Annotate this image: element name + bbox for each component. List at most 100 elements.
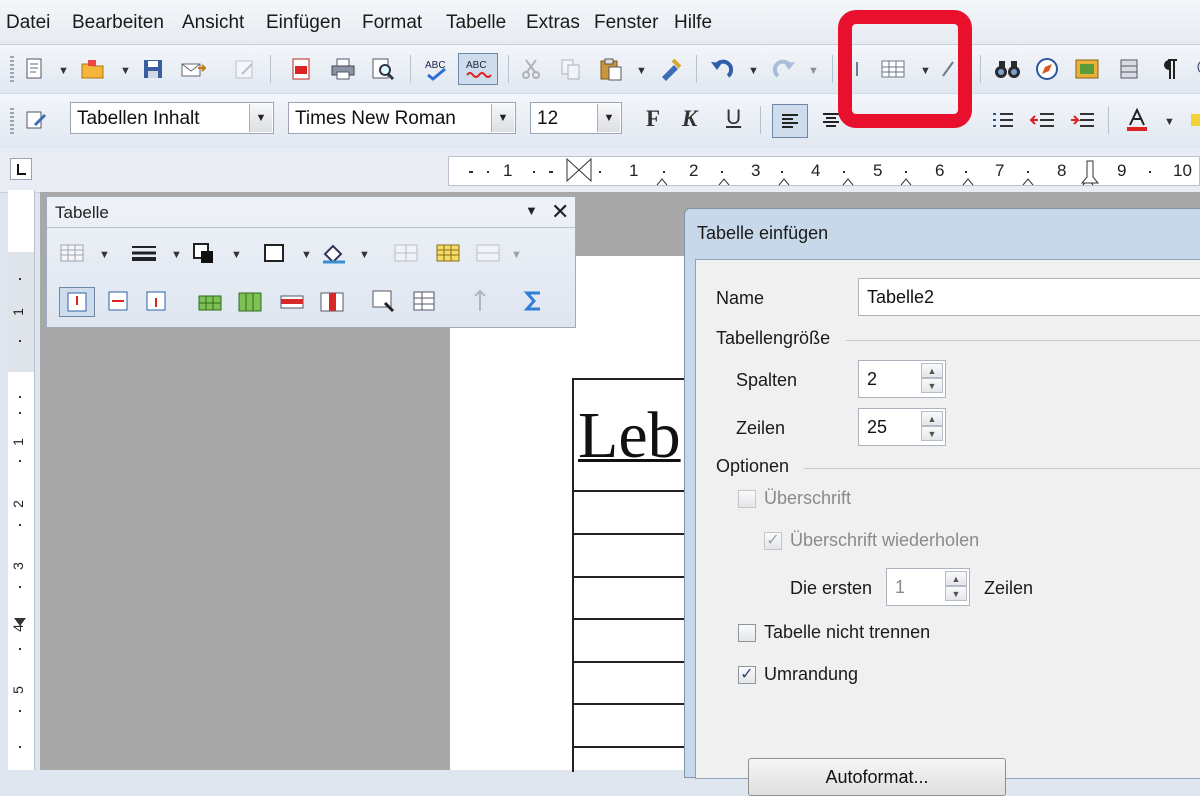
chevron-down-icon[interactable]: ▼	[301, 249, 312, 261]
autospellcheck-icon[interactable]: ABC	[458, 53, 498, 85]
spin-up-icon[interactable]: ▲	[921, 363, 943, 378]
menu-fenster[interactable]: Fenster	[594, 12, 658, 34]
underline-button[interactable]: U	[726, 106, 741, 130]
align-bottom-icon[interactable]	[143, 289, 169, 313]
zoom-icon[interactable]	[1188, 56, 1200, 82]
chevron-down-icon[interactable]: ▼	[359, 249, 370, 261]
menu-ansicht[interactable]: Ansicht	[182, 12, 244, 34]
optimize-icon[interactable]	[475, 241, 501, 265]
paste-dropdown-icon[interactable]: ▼	[636, 65, 647, 77]
split-cells-icon[interactable]	[435, 241, 461, 265]
chevron-down-icon[interactable]: ▼	[171, 249, 182, 261]
toolbar-grip-icon[interactable]	[10, 56, 14, 82]
menu-bearbeiten[interactable]: Bearbeiten	[72, 12, 164, 34]
print-preview-icon[interactable]	[370, 56, 396, 82]
horizontal-ruler[interactable]: 1 1 2 3 4 5 6 7 8 9 10	[448, 156, 1200, 186]
menu-datei[interactable]: Datei	[6, 12, 50, 34]
italic-button[interactable]: K	[682, 106, 697, 132]
cut-icon[interactable]	[518, 56, 544, 82]
bold-button[interactable]: F	[646, 106, 660, 132]
tab-stop-selector[interactable]	[10, 158, 32, 180]
select-table-icon[interactable]	[371, 289, 397, 313]
align-left-icon[interactable]	[772, 104, 808, 138]
table-toolbar-window[interactable]: Tabelle ▼ ✕ ▼ ▼ ▼ ▼ ▼ ▼	[46, 196, 576, 328]
styles-formatting-icon[interactable]	[24, 107, 50, 133]
table-name-input[interactable]: Tabelle2	[858, 278, 1200, 316]
merge-cells-icon[interactable]	[393, 241, 419, 265]
save-icon[interactable]	[140, 56, 166, 82]
undo-icon[interactable]	[708, 56, 734, 82]
gallery-icon[interactable]	[1074, 56, 1100, 82]
navigator-icon[interactable]	[1034, 56, 1060, 82]
menu-tabelle[interactable]: Tabelle	[446, 12, 506, 34]
font-name-select[interactable]: Times New Roman ▼	[288, 102, 516, 134]
background-color-icon[interactable]	[321, 241, 347, 265]
email-icon[interactable]	[180, 56, 206, 82]
line-style-icon[interactable]	[131, 241, 157, 265]
table-grid-icon[interactable]	[59, 241, 85, 265]
menu-extras[interactable]: Extras	[526, 12, 580, 34]
data-sources-icon[interactable]	[1116, 56, 1142, 82]
toolbar-menu-icon[interactable]: ▼	[525, 203, 538, 218]
font-color-dropdown-icon[interactable]: ▼	[1164, 116, 1175, 128]
align-top-icon[interactable]	[59, 287, 95, 317]
chevron-down-icon[interactable]: ▼	[511, 249, 522, 261]
chevron-down-icon[interactable]: ▼	[231, 249, 242, 261]
highlight-color-icon[interactable]	[1184, 107, 1200, 133]
find-replace-icon[interactable]	[994, 56, 1020, 82]
numbering-icon[interactable]	[990, 107, 1016, 133]
vertical-ruler[interactable]: 1 1 2 3 4 5	[8, 190, 35, 770]
menu-hilfe[interactable]: Hilfe	[674, 12, 712, 34]
clone-format-icon[interactable]	[658, 56, 684, 82]
chevron-down-icon[interactable]: ▼	[491, 104, 514, 132]
border-color-icon[interactable]	[191, 241, 217, 265]
delete-column-icon[interactable]	[319, 289, 345, 313]
insert-table-dialog[interactable]: Tabelle einfügen Name Tabelle2 Tabelleng…	[684, 208, 1200, 796]
borders-icon[interactable]	[261, 241, 287, 265]
toolbar-grip-icon[interactable]	[10, 108, 14, 134]
new-dropdown-icon[interactable]: ▼	[58, 65, 69, 77]
sort-icon[interactable]	[467, 289, 493, 313]
first-rows-spinner[interactable]: 1 ▲ ▼	[886, 568, 970, 606]
open-icon[interactable]	[80, 56, 106, 82]
no-split-checkbox[interactable]	[738, 624, 756, 642]
pdf-icon[interactable]	[288, 56, 314, 82]
chevron-down-icon[interactable]: ▼	[597, 104, 620, 132]
copy-icon[interactable]	[558, 56, 584, 82]
increase-indent-icon[interactable]	[1070, 107, 1096, 133]
insert-row-icon[interactable]	[197, 289, 223, 313]
paste-icon[interactable]	[598, 56, 624, 82]
redo-dropdown-icon[interactable]: ▼	[808, 65, 819, 77]
spin-up-icon[interactable]: ▲	[921, 411, 943, 426]
repeat-heading-checkbox[interactable]: ✓	[764, 532, 782, 550]
rows-spinner[interactable]: 25 ▲ ▼	[858, 408, 946, 446]
menu-einfuegen[interactable]: Einfügen	[266, 12, 341, 34]
spin-down-icon[interactable]: ▼	[945, 586, 967, 601]
sum-icon[interactable]	[521, 289, 547, 313]
font-size-select[interactable]: 12 ▼	[530, 102, 622, 134]
heading-checkbox[interactable]	[738, 490, 756, 508]
formatting-marks-icon[interactable]	[1156, 56, 1182, 82]
spin-up-icon[interactable]: ▲	[945, 571, 967, 586]
chevron-down-icon[interactable]: ▼	[249, 104, 272, 132]
border-checkbox[interactable]: ✓	[738, 666, 756, 684]
edit-doc-icon[interactable]	[232, 56, 258, 82]
spin-down-icon[interactable]: ▼	[921, 378, 943, 393]
redo-icon[interactable]	[772, 56, 798, 82]
print-icon[interactable]	[330, 56, 356, 82]
table-properties-icon[interactable]	[411, 289, 437, 313]
columns-spinner[interactable]: 2 ▲ ▼	[858, 360, 946, 398]
spin-down-icon[interactable]: ▼	[921, 426, 943, 441]
spellcheck-icon[interactable]: ABC	[424, 56, 450, 82]
close-icon[interactable]: ✕	[551, 199, 569, 225]
menu-format[interactable]: Format	[362, 12, 422, 34]
insert-column-icon[interactable]	[237, 289, 263, 313]
open-dropdown-icon[interactable]: ▼	[120, 65, 131, 77]
chevron-down-icon[interactable]: ▼	[99, 249, 110, 261]
delete-row-icon[interactable]	[279, 289, 305, 313]
undo-dropdown-icon[interactable]: ▼	[748, 65, 759, 77]
new-icon[interactable]	[22, 56, 48, 82]
font-color-icon[interactable]	[1124, 107, 1150, 133]
autoformat-button[interactable]: Autoformat...	[748, 758, 1006, 796]
paragraph-style-select[interactable]: Tabellen Inhalt ▼	[70, 102, 274, 134]
